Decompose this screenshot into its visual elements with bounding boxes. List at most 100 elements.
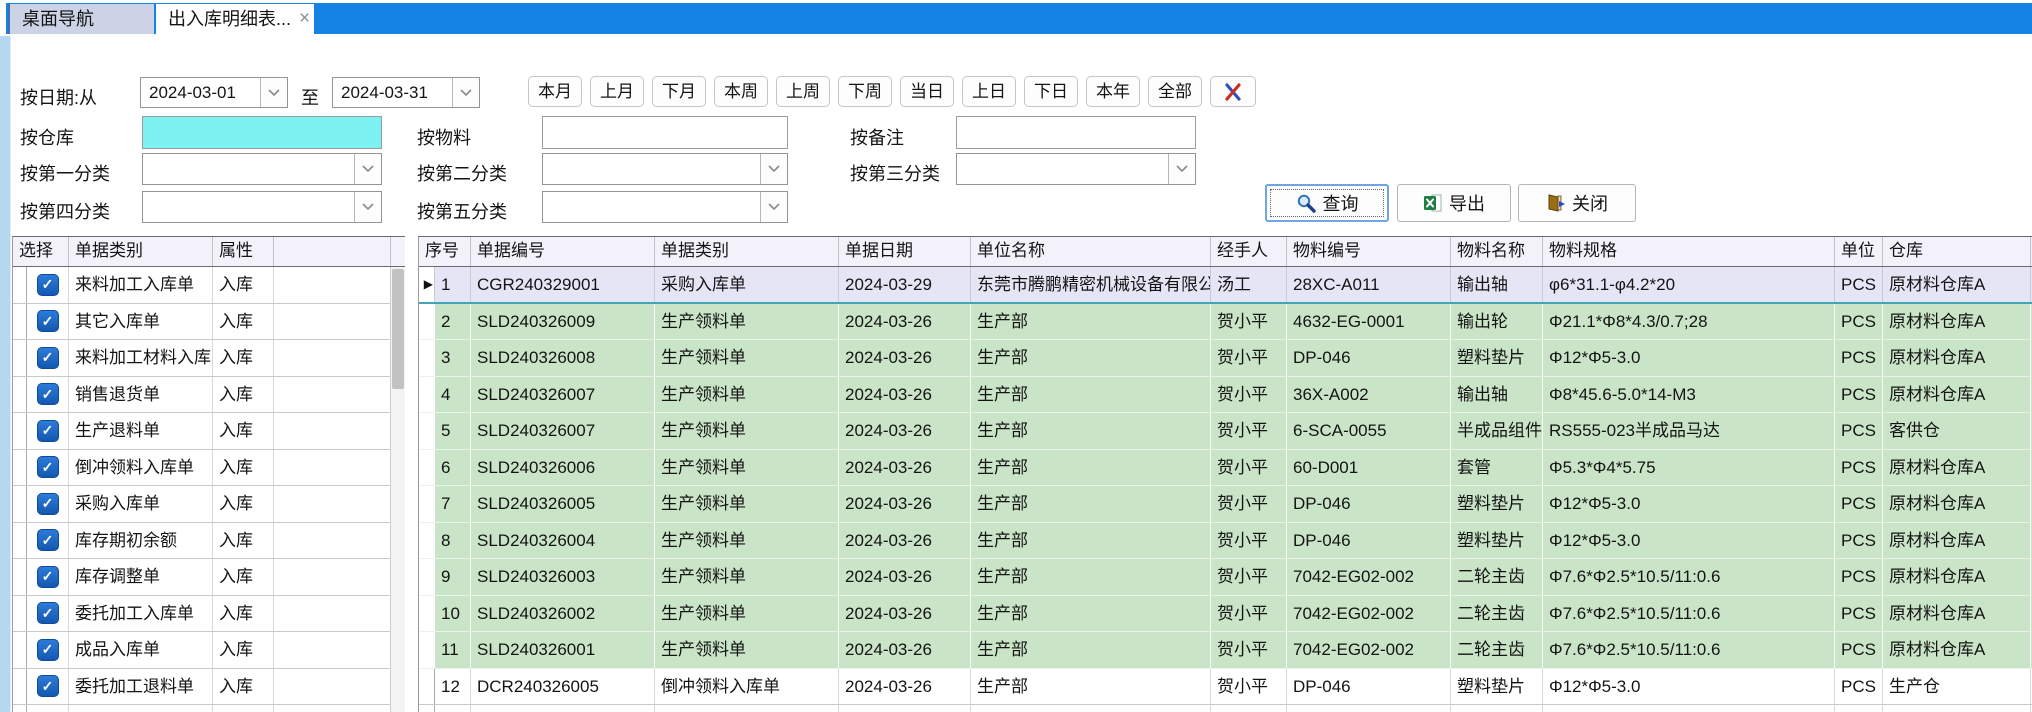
category5-select[interactable] [542, 191, 788, 223]
quick-date-button-3[interactable]: 本周 [714, 76, 768, 107]
quick-date-button-10[interactable]: 全部 [1148, 76, 1202, 107]
chevron-down-icon[interactable] [1168, 154, 1195, 184]
table-cell: 贺小平 [1211, 596, 1287, 632]
column-header-9[interactable]: 单位 [1835, 237, 1883, 266]
date-from-combo[interactable]: 2024-03-01 [140, 77, 288, 108]
table-row[interactable]: 6SLD240326006生产领料单2024-03-26生产部贺小平60-D00… [419, 450, 2032, 487]
chevron-down-icon[interactable] [452, 78, 479, 107]
quick-date-button-6[interactable]: 当日 [900, 76, 954, 107]
tab-inout-detail-report[interactable]: 出入库明细表... × [156, 4, 314, 34]
scrollbar-thumb[interactable] [392, 269, 404, 389]
doc-type-checkbox[interactable]: ✓ [37, 639, 59, 661]
doc-type-checkbox[interactable]: ✓ [37, 456, 59, 478]
table-row[interactable]: ▶1CGR240329001采购入库单2024-03-29东莞市腾鹏精密机械设备… [419, 267, 2032, 304]
column-header-1[interactable]: 单据编号 [471, 237, 655, 266]
table-cell: 贺小平 [1211, 486, 1287, 522]
doc-type-checkbox[interactable]: ✓ [37, 383, 59, 405]
doc-type-row[interactable]: ✓生产退料单入库 [13, 413, 405, 450]
column-header-select[interactable]: 选择 [13, 237, 69, 266]
warehouse-filter-input[interactable] [142, 116, 382, 149]
doc-type-row[interactable]: ✓其它入库单入库 [13, 304, 405, 341]
column-header-5[interactable]: 经手人 [1211, 237, 1287, 266]
quick-date-button-1[interactable]: 上月 [590, 76, 644, 107]
doc-type-row[interactable]: ✓采购入库单入库 [13, 486, 405, 523]
column-header-2[interactable]: 单据类别 [655, 237, 839, 266]
category1-select[interactable] [142, 153, 382, 185]
table-cell: 原材料仓库A [1883, 523, 2031, 559]
chevron-down-icon[interactable] [260, 78, 287, 107]
doc-type-checkbox[interactable]: ✓ [37, 566, 59, 588]
doc-type-row[interactable]: ✓库存期初余额入库 [13, 523, 405, 560]
table-row[interactable]: 5SLD240326007生产领料单2024-03-26生产部贺小平6-SCA-… [419, 413, 2032, 450]
table-cell: 汤工 [1211, 267, 1287, 302]
category3-select[interactable] [956, 153, 1196, 185]
doc-type-row[interactable]: ✓委托加工入库单入库 [13, 596, 405, 633]
doc-type-row[interactable]: ✓成品入库单入库 [13, 632, 405, 669]
quick-date-button-7[interactable]: 上日 [962, 76, 1016, 107]
doc-type-checkbox[interactable]: ✓ [37, 310, 59, 332]
table-row[interactable]: 8SLD240326004生产领料单2024-03-26生产部贺小平DP-046… [419, 523, 2032, 560]
column-header-6[interactable]: 物料编号 [1287, 237, 1451, 266]
quick-date-button-4[interactable]: 上周 [776, 76, 830, 107]
doc-type-row[interactable]: ✓销售退货单入库 [13, 377, 405, 414]
chevron-down-icon[interactable] [760, 154, 787, 184]
doc-type-checkbox[interactable]: ✓ [37, 602, 59, 624]
doc-type-checkbox[interactable]: ✓ [37, 420, 59, 442]
doc-type-checkbox[interactable]: ✓ [37, 529, 59, 551]
column-header-7[interactable]: 物料名称 [1451, 237, 1543, 266]
tab-close-icon[interactable]: × [299, 4, 310, 34]
table-cell: 11 [435, 632, 471, 668]
category4-select[interactable] [142, 191, 382, 223]
chevron-down-icon[interactable] [760, 192, 787, 222]
table-row[interactable]: 12DCR240326005倒冲领料入库单2024-03-26生产部贺小平DP-… [419, 669, 2032, 706]
quick-date-button-8[interactable]: 下日 [1024, 76, 1078, 107]
query-button[interactable]: 查询 [1265, 184, 1389, 222]
table-cell: PCS [1835, 705, 1883, 712]
table-row[interactable]: 11SLD240326001生产领料单2024-03-26生产部贺小平7042-… [419, 632, 2032, 669]
table-row[interactable]: 2SLD240326009生产领料单2024-03-26生产部贺小平4632-E… [419, 304, 2032, 341]
table-row[interactable]: 10SLD240326002生产领料单2024-03-26生产部贺小平7042-… [419, 596, 2032, 633]
clear-date-filter-button[interactable] [1210, 76, 1256, 107]
table-row[interactable]: 13DCR240326004倒冲领料入库单2024-03-26生产部贺小平DP-… [419, 705, 2032, 712]
doc-type-checkbox[interactable]: ✓ [37, 274, 59, 296]
material-filter-input[interactable] [542, 116, 788, 149]
table-cell: DP-046 [1287, 669, 1451, 705]
date-to-combo[interactable]: 2024-03-31 [332, 77, 480, 108]
table-row[interactable]: 9SLD240326003生产领料单2024-03-26生产部贺小平7042-E… [419, 559, 2032, 596]
doc-type-row[interactable]: ✓委托加工退料单入库 [13, 669, 405, 706]
column-header-4[interactable]: 单位名称 [971, 237, 1211, 266]
column-header-0[interactable]: 序号 [419, 237, 471, 266]
category2-select[interactable] [542, 153, 788, 185]
doc-type-checkbox[interactable]: ✓ [37, 675, 59, 697]
table-row[interactable]: 7SLD240326005生产领料单2024-03-26生产部贺小平DP-046… [419, 486, 2032, 523]
doc-type-row[interactable]: ✓其它出库单出库 [13, 705, 405, 712]
quick-date-button-9[interactable]: 本年 [1086, 76, 1140, 107]
tab-desktop-navigation[interactable]: 桌面导航 [8, 4, 154, 34]
doc-type-row[interactable]: ✓来料加工材料入库单入库 [13, 340, 405, 377]
doc-type-checkbox[interactable]: ✓ [37, 493, 59, 515]
doc-type-row[interactable]: ✓库存调整单入库 [13, 559, 405, 596]
column-header-10[interactable]: 仓库 [1883, 237, 2031, 266]
quick-date-button-2[interactable]: 下月 [652, 76, 706, 107]
doc-type-checkbox[interactable]: ✓ [37, 347, 59, 369]
table-row[interactable]: 4SLD240326007生产领料单2024-03-26生产部贺小平36X-A0… [419, 377, 2032, 414]
export-button[interactable]: 导出 [1397, 184, 1511, 222]
column-header-3[interactable]: 单据日期 [839, 237, 971, 266]
doc-type-attribute: 入库 [213, 304, 274, 340]
chevron-down-icon[interactable] [354, 192, 381, 222]
column-header-doc-type[interactable]: 单据类别 [69, 237, 213, 266]
remark-filter-input[interactable] [956, 116, 1196, 149]
doc-type-row[interactable]: ✓倒冲领料入库单入库 [13, 450, 405, 487]
table-cell: 生产部 [971, 632, 1211, 668]
chevron-down-icon[interactable] [354, 154, 381, 184]
close-form-button[interactable]: 关闭 [1518, 184, 1636, 222]
column-header-attribute[interactable]: 属性 [213, 237, 274, 266]
doc-type-row[interactable]: ✓来料加工入库单入库 [13, 267, 405, 304]
doc-type-scrollbar[interactable] [390, 267, 405, 712]
table-row[interactable]: 3SLD240326008生产领料单2024-03-26生产部贺小平DP-046… [419, 340, 2032, 377]
quick-date-button-0[interactable]: 本月 [528, 76, 582, 107]
doc-type-attribute: 入库 [213, 632, 274, 668]
column-header-8[interactable]: 物料规格 [1543, 237, 1835, 266]
table-cell: 2024-03-26 [839, 705, 971, 712]
quick-date-button-5[interactable]: 下周 [838, 76, 892, 107]
